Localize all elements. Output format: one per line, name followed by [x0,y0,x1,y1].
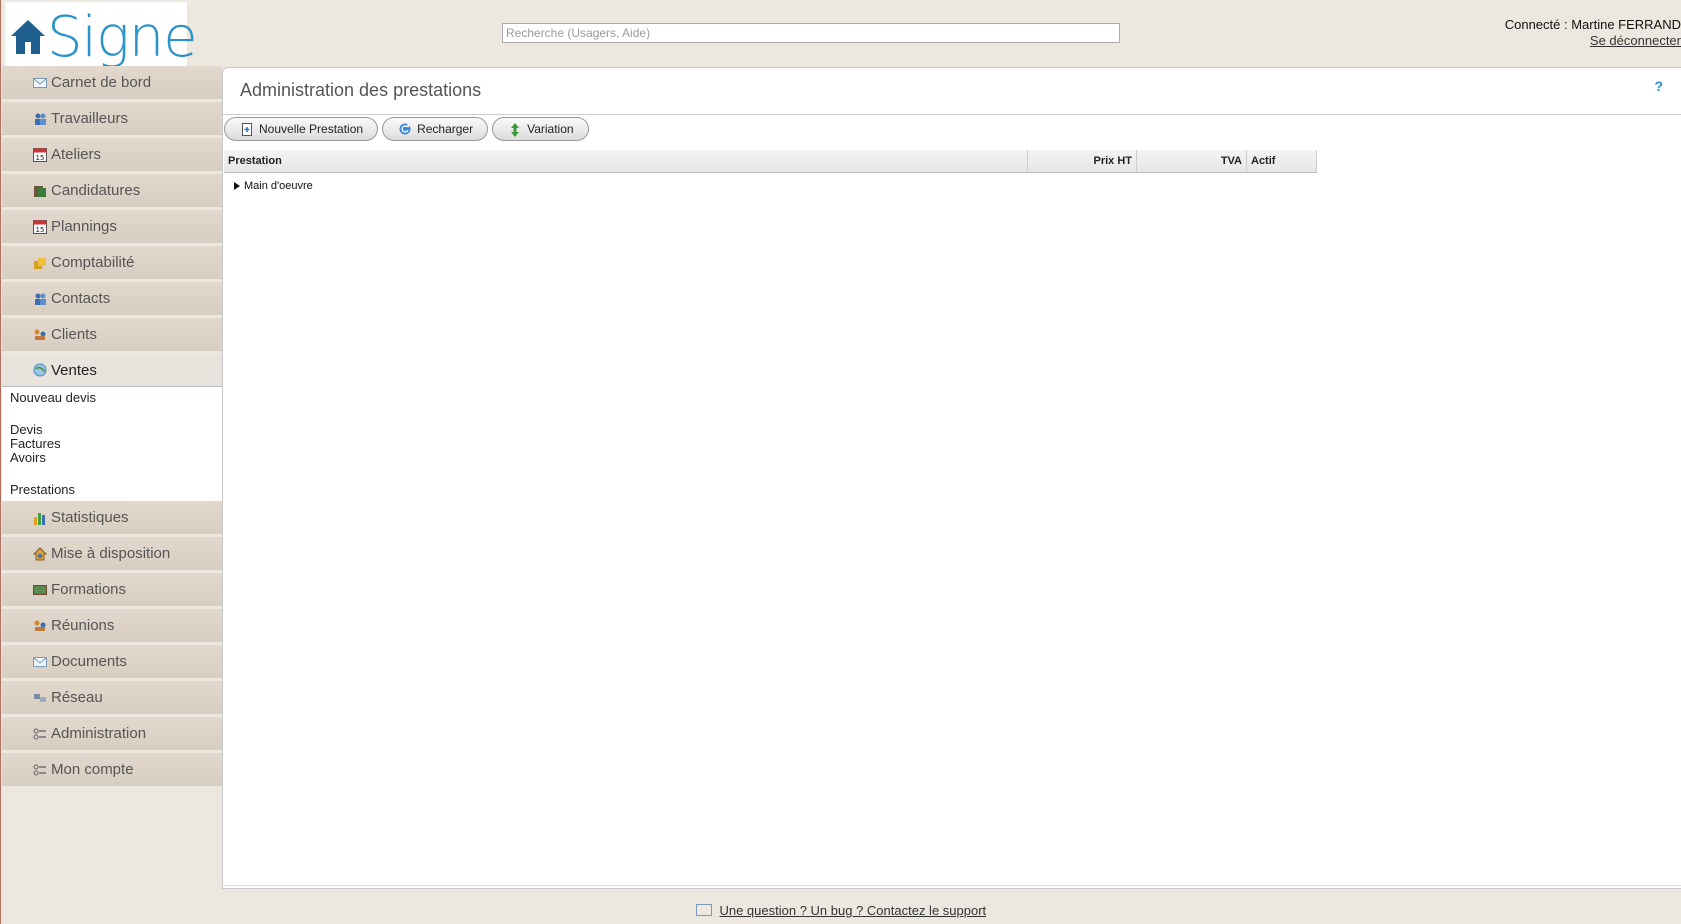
sidebar-item-label: Candidatures [51,182,141,199]
footer: Une question ? Un bug ? Contactez le sup… [1,903,1681,918]
up-down-arrows-icon [509,123,521,137]
sidebar-item-reseau[interactable]: Réseau [2,681,222,714]
reload-label: Recharger [417,122,474,136]
title-divider [223,114,1681,115]
sidebar-item-formations[interactable]: Formations [2,573,222,606]
sidebar-item-reunions[interactable]: Réunions [2,609,222,642]
sidebar-item-label: Réunions [51,617,115,634]
submenu-devis[interactable]: Devis [10,423,222,437]
connected-user-label: Connecté : Martine FERRAND [1504,17,1681,32]
variation-button[interactable]: Variation [492,117,589,141]
handshake-icon [32,618,48,634]
search-input[interactable] [502,23,1120,43]
sidebar-item-label: Contacts [51,290,111,307]
sidebar-item-label: Plannings [51,218,117,235]
page-title: Administration des prestations [240,80,482,100]
sidebar-item-label: Ateliers [51,146,102,163]
sidebar-item-label: Comptabilité [51,254,135,271]
envelope-icon [32,654,48,670]
sidebar-item-label: Mise à disposition [51,545,171,562]
column-header-prix-ht[interactable]: Prix HT [1028,150,1137,172]
logout-link[interactable]: Se déconnecter [1590,33,1681,48]
coins-icon [32,255,48,271]
people-icon [32,111,48,127]
sidebar-item-documents[interactable]: Documents [2,645,222,678]
reload-button[interactable]: Recharger [382,117,489,141]
house-user-icon [32,546,48,562]
sidebar-item-label: Clients [51,326,97,343]
new-prestation-button[interactable]: Nouvelle Prestation [224,117,379,141]
submenu-avoirs[interactable]: Avoirs [10,451,222,465]
grid-group-row[interactable]: Main d'oeuvre [224,173,1317,199]
sidebar-item-label: Réseau [51,689,103,706]
house-logo-icon [11,20,45,54]
panel-footer-divider [223,885,1681,888]
sidebar-item-contacts[interactable]: Contacts [2,282,222,315]
folder-icon [32,183,48,199]
sidebar-item-label: Carnet de bord [51,74,152,91]
sidebar-item-label: Documents [51,653,127,670]
sidebar: Carnet de bord Travailleurs 15 Ateliers … [2,66,222,789]
envelope-icon [695,904,712,916]
column-header-prestation[interactable]: Prestation [224,150,1028,172]
expand-triangle-icon[interactable] [234,182,240,190]
sidebar-item-clients[interactable]: Clients [2,318,222,351]
submenu-factures[interactable]: Factures [10,437,222,451]
main-panel: Administration des prestations ? Nouvell… [222,67,1681,889]
ventes-submenu: Nouveau devis Devis Factures Avoirs Pres… [2,387,222,501]
handshake-icon [32,327,48,343]
bar-chart-icon [32,510,48,526]
prestations-grid: Prestation Prix HT TVA Actif Main d'oeuv… [224,150,1317,199]
sidebar-item-label: Administration [51,725,147,742]
calendar-icon: 15 [32,219,48,235]
sidebar-item-candidatures[interactable]: Candidatures [2,174,222,207]
sidebar-item-travailleurs[interactable]: Travailleurs [2,102,222,135]
sidebar-item-label: Statistiques [51,509,129,526]
new-prestation-label: Nouvelle Prestation [259,122,364,136]
sidebar-item-label: Ventes [51,361,97,379]
svg-text:15: 15 [36,154,45,162]
sidebar-item-plannings[interactable]: 15 Plannings [2,210,222,243]
settings-list-icon [32,726,48,742]
refresh-icon [399,123,411,135]
board-icon [32,582,48,598]
toolbar: Nouvelle Prestation Recharger Variation [224,117,589,141]
sidebar-item-label: Mon compte [51,761,134,778]
column-header-tva[interactable]: TVA [1137,150,1247,172]
new-document-icon [241,123,253,136]
sidebar-item-statistiques[interactable]: Statistiques [2,501,222,534]
column-header-actif[interactable]: Actif [1247,150,1317,172]
calendar-icon: 15 [32,147,48,163]
sidebar-item-mise-a-disposition[interactable]: Mise à disposition [2,537,222,570]
user-area: Connecté : Martine FERRAND Se déconnecte… [1505,17,1681,49]
sidebar-item-mon-compte[interactable]: Mon compte [2,753,222,786]
globe-icon [32,362,48,378]
sidebar-item-ventes[interactable]: Ventes [2,354,222,387]
sidebar-item-administration[interactable]: Administration [2,717,222,750]
logo[interactable]: Signe [5,2,198,70]
people-icon [32,291,48,307]
submenu-prestations[interactable]: Prestations [10,483,222,497]
settings-list-icon [32,762,48,778]
help-button[interactable]: ? [1654,78,1663,94]
svg-text:15: 15 [36,226,45,234]
submenu-nouveau-devis[interactable]: Nouveau devis [10,391,222,405]
network-icon [32,690,48,706]
group-row-label: Main d'oeuvre [244,180,313,192]
envelope-icon [32,75,48,91]
logo-text: Signe [47,5,198,70]
support-link[interactable]: Une question ? Un bug ? Contactez le sup… [719,903,986,918]
grid-header: Prestation Prix HT TVA Actif [224,150,1317,173]
sidebar-item-label: Travailleurs [51,110,128,127]
sidebar-item-label: Formations [51,581,127,598]
variation-label: Variation [527,122,574,136]
sidebar-item-comptabilite[interactable]: Comptabilité [2,246,222,279]
sidebar-item-ateliers[interactable]: 15 Ateliers [2,138,222,171]
sidebar-item-carnet-de-bord[interactable]: Carnet de bord [2,66,222,99]
